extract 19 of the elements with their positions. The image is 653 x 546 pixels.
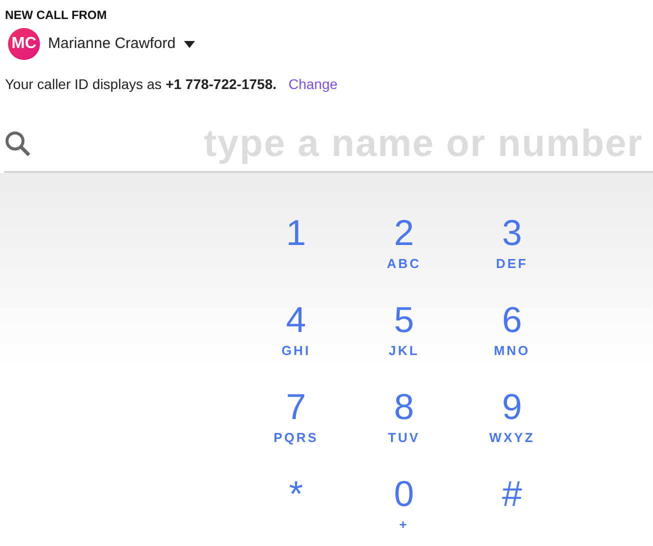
- dial-key[interactable]: 6 MNO: [458, 302, 566, 389]
- avatar: MC: [8, 28, 40, 60]
- dial-key[interactable]: 1: [242, 215, 350, 302]
- dial-key[interactable]: 0 +: [350, 476, 458, 546]
- dial-key[interactable]: 7 PQRS: [242, 389, 350, 476]
- caller-selector[interactable]: MC Marianne Crawford: [8, 28, 195, 60]
- search-icon: [4, 130, 32, 158]
- change-link[interactable]: Change: [288, 74, 338, 95]
- caret-icon: [184, 40, 195, 48]
- dial-key[interactable]: 5 JKL: [350, 302, 458, 389]
- dial-key[interactable]: #: [458, 476, 566, 546]
- dial-key[interactable]: 2 ABC: [350, 215, 458, 302]
- section-title: NEW CALL FROM: [5, 8, 108, 22]
- dial-key[interactable]: 4 GHI: [242, 302, 350, 389]
- dial-key[interactable]: 9 WXYZ: [458, 389, 566, 476]
- dial-key[interactable]: 3 DEF: [458, 215, 566, 302]
- dial-key[interactable]: *: [242, 476, 350, 546]
- dial-key[interactable]: 8 TUV: [350, 389, 458, 476]
- caller-id-text: Your caller ID displays as +1 778-722-1758.: [5, 75, 276, 94]
